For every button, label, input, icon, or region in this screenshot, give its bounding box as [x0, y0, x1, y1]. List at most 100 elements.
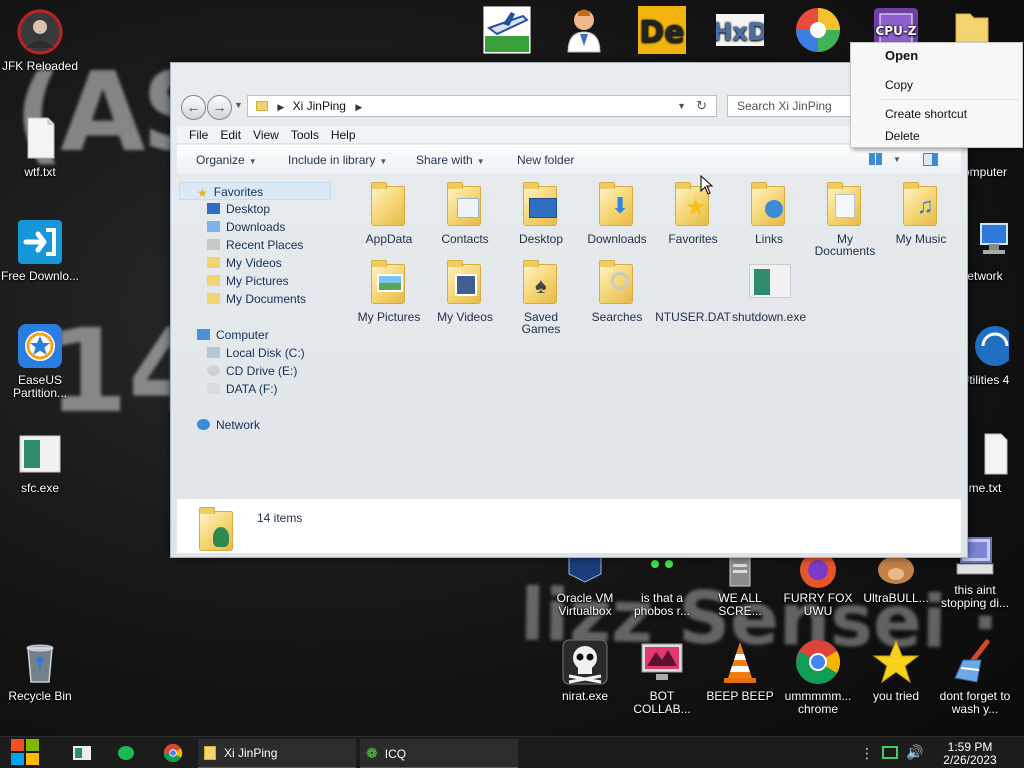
- nav-desktop[interactable]: Desktop: [207, 200, 270, 218]
- recent-pages-button[interactable]: ▼: [234, 100, 243, 110]
- desktop-icon-label: Recycle Bin: [8, 689, 72, 703]
- start-button[interactable]: [8, 737, 46, 768]
- file-ntuser-dat[interactable]: NTUSER.DAT: [655, 258, 731, 323]
- item-label: Desktop: [518, 232, 564, 246]
- folder-appdata[interactable]: AppData: [351, 180, 427, 245]
- folder-downloads[interactable]: ⬇ Downloads: [579, 180, 655, 245]
- desktop-icon-you-tried[interactable]: you tried: [856, 638, 936, 703]
- folder-contacts[interactable]: Contacts: [427, 180, 503, 245]
- desktop-icon-label: sfc.exe: [20, 481, 59, 495]
- nav-favorites[interactable]: ★ Favorites: [179, 182, 331, 200]
- preview-pane-button[interactable]: [923, 153, 938, 166]
- taskbar-pin-green-app[interactable]: [114, 737, 140, 768]
- menu-help[interactable]: Help: [325, 126, 362, 144]
- network-status-icon[interactable]: [882, 746, 898, 759]
- chevron-down-icon: ▼: [379, 157, 388, 166]
- share-with-button[interactable]: Share with ▼: [416, 145, 485, 177]
- context-open[interactable]: Open: [885, 47, 918, 65]
- taskbar-pin-chrome[interactable]: [160, 737, 186, 768]
- item-label: My Music: [895, 232, 947, 246]
- desktop-icon-colorful[interactable]: [778, 6, 858, 58]
- folder-favorites[interactable]: ★ Favorites: [655, 180, 731, 245]
- breadcrumb-arrow-icon[interactable]: ▶: [355, 102, 362, 112]
- folder-my-pictures[interactable]: My Pictures: [351, 258, 427, 323]
- explorer-window[interactable]: ← → ▼ ▶ Xi JinPing ▶ ▼ ↻ Search Xi JinPi…: [170, 62, 968, 558]
- breadcrumb-arrow-icon[interactable]: ▶: [277, 102, 284, 112]
- desktop-icon-dont-forget[interactable]: dont forget to wash y...: [935, 638, 1015, 716]
- arrow-left-icon: ←: [186, 99, 201, 115]
- folder-links[interactable]: Links: [731, 180, 807, 245]
- address-field[interactable]: ▶ Xi JinPing ▶ ▼ ↻: [247, 95, 717, 117]
- nav-my-pictures[interactable]: My Pictures: [207, 272, 289, 290]
- desktop-icon-label: Free Downlo...: [0, 269, 80, 283]
- nav-cd-drive[interactable]: CD Drive (E:): [207, 362, 297, 380]
- videos-icon: [207, 257, 220, 268]
- desktop-icon-plane-game[interactable]: [467, 5, 547, 58]
- organize-button[interactable]: Organize ▼: [196, 145, 257, 177]
- menu-edit[interactable]: Edit: [214, 126, 247, 144]
- desktop-icon-beep-beep[interactable]: BEEP BEEP: [700, 638, 780, 703]
- desktop-icon-hxd[interactable]: HxD: [700, 6, 780, 58]
- new-folder-button[interactable]: New folder: [517, 145, 574, 175]
- nav-label: DATA (F:): [226, 382, 278, 396]
- traffic-cone-icon: [716, 638, 764, 686]
- nav-downloads[interactable]: Downloads: [207, 218, 285, 236]
- nav-my-videos[interactable]: My Videos: [207, 254, 282, 272]
- folder-my-documents[interactable]: My Documents: [807, 180, 883, 257]
- desktop-icon-recycle-bin[interactable]: Recycle Bin: [0, 638, 80, 703]
- desktop-icon-de[interactable]: De: [622, 6, 702, 58]
- desktop-icon-sfc-exe[interactable]: sfc.exe: [0, 430, 80, 495]
- documents-folder-icon: [823, 180, 867, 228]
- desktop-icon-bot-collab[interactable]: BOT COLLAB...: [622, 638, 702, 716]
- include-in-library-button[interactable]: Include in library ▼: [288, 145, 387, 177]
- hard-drive-icon: [207, 383, 220, 394]
- context-delete[interactable]: Delete: [885, 127, 920, 145]
- item-label: Searches: [591, 310, 643, 324]
- item-label: Links: [754, 232, 783, 246]
- desktop-icon-nirat[interactable]: nirat.exe: [545, 638, 625, 703]
- taskbar-task-icq[interactable]: ❁ ICQ: [360, 739, 518, 768]
- folder-saved-games[interactable]: ♠ Saved Games: [503, 258, 579, 335]
- chat-bubble-icon: [118, 746, 134, 760]
- desktop-icon-easeus[interactable]: EaseUS Partition...: [0, 322, 80, 400]
- menu-file[interactable]: File: [177, 126, 214, 144]
- desktop-icon-label: wtf.txt: [24, 165, 56, 179]
- breadcrumb-xi-jinping[interactable]: Xi JinPing: [293, 99, 346, 113]
- nav-network[interactable]: Network: [197, 416, 260, 434]
- nav-local-disk[interactable]: Local Disk (C:): [207, 344, 305, 362]
- address-dropdown-icon[interactable]: ▼: [677, 96, 686, 116]
- nav-data-drive[interactable]: DATA (F:): [207, 380, 278, 398]
- recent-places-icon: [207, 239, 220, 250]
- portrait-icon: [16, 8, 64, 56]
- folder-desktop[interactable]: Desktop: [503, 180, 579, 245]
- nav-label: Favorites: [213, 185, 264, 199]
- desktop-icon-free-download[interactable]: Free Downlo...: [0, 218, 80, 283]
- mouse-cursor: [700, 174, 714, 198]
- menu-view[interactable]: View: [247, 126, 285, 144]
- folder-searches[interactable]: Searches: [579, 258, 655, 323]
- desktop-icon-chrome[interactable]: ummmmm... chrome: [778, 638, 858, 716]
- view-options-button[interactable]: [869, 153, 883, 166]
- desktop-icon-doctor[interactable]: [544, 6, 624, 58]
- taskbar-clock[interactable]: 1:59 PM 2/26/2023: [935, 741, 1005, 767]
- taskbar-task-explorer[interactable]: Xi JinPing: [198, 739, 356, 768]
- forward-button[interactable]: →: [207, 95, 232, 120]
- taskbar-pin-sfc[interactable]: [70, 737, 96, 768]
- folder-my-music[interactable]: ♫ My Music: [883, 180, 959, 245]
- folder-my-videos[interactable]: My Videos: [427, 258, 503, 323]
- colorful-swirl-icon: [794, 6, 842, 54]
- volume-icon[interactable]: 🔊: [906, 744, 923, 761]
- nav-computer[interactable]: Computer: [197, 326, 269, 344]
- tray-overflow-button[interactable]: ⋮: [860, 743, 874, 763]
- nav-my-documents[interactable]: My Documents: [207, 290, 306, 308]
- desktop-icon-wtf-txt[interactable]: wtf.txt: [0, 114, 80, 179]
- desktop-icon-jfk-reloaded[interactable]: JFK Reloaded: [0, 8, 80, 73]
- refresh-icon[interactable]: ↻: [696, 96, 707, 116]
- nav-recent-places[interactable]: Recent Places: [207, 236, 303, 254]
- context-copy[interactable]: Copy: [885, 76, 913, 94]
- file-shutdown-exe[interactable]: shutdown.exe: [731, 258, 807, 323]
- view-dropdown-button[interactable]: ▼: [893, 145, 901, 175]
- back-button[interactable]: ←: [181, 95, 206, 120]
- menu-tools[interactable]: Tools: [285, 126, 325, 144]
- context-create-shortcut[interactable]: Create shortcut: [885, 105, 967, 123]
